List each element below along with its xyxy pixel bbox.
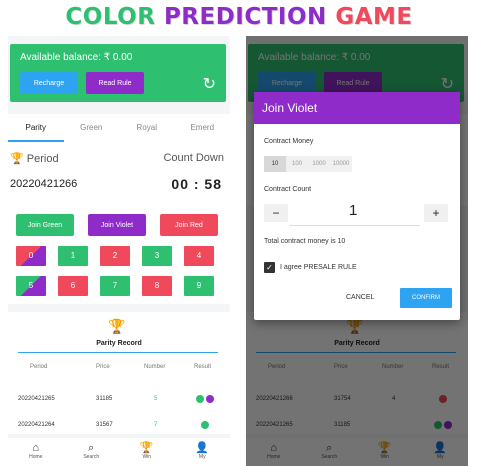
nav-my[interactable]: 👤My xyxy=(175,438,231,466)
join-red-button[interactable]: Join Red xyxy=(160,214,218,236)
number-4-button[interactable]: 4 xyxy=(184,246,214,266)
amount-100-button[interactable]: 100 xyxy=(286,156,308,172)
trophy-icon: 🏆 xyxy=(139,442,154,454)
nav-home-label: Home xyxy=(29,454,43,460)
record-section: 🏆 Parity Record xyxy=(8,312,230,354)
banner-word-prediction: PREDICTION xyxy=(163,4,327,30)
row1-result-green-dot xyxy=(196,395,204,403)
banner-title: COLOR PREDICTION GAME xyxy=(0,0,478,34)
tab-parity[interactable]: Parity xyxy=(8,114,64,142)
col-price: Price xyxy=(96,364,110,370)
amount-1000-button[interactable]: 1000 xyxy=(308,156,330,172)
number-2-button[interactable]: 2 xyxy=(100,246,130,266)
record-table: Period Price Number Result 20220421265 3… xyxy=(8,354,230,434)
balance-card: Available balance: ₹ 0.00 Recharge Read … xyxy=(10,44,226,102)
balance-text: Available balance: ₹ 0.00 xyxy=(20,52,133,63)
number-1-button[interactable]: 1 xyxy=(58,246,88,266)
banner-word-color: COLOR xyxy=(65,4,156,30)
nav-home[interactable]: ⌂Home xyxy=(8,438,64,466)
row1-result-violet-dot xyxy=(206,395,214,403)
tab-emerd[interactable]: Emerd xyxy=(175,114,231,142)
refresh-icon[interactable]: ↻ xyxy=(203,74,216,94)
period-label-text: Period xyxy=(26,153,59,165)
record-divider xyxy=(18,352,218,353)
number-5-button[interactable]: 5 xyxy=(16,276,46,296)
user-icon: 👤 xyxy=(195,442,210,454)
amount-10-button[interactable]: 10 xyxy=(264,156,286,172)
number-6-button[interactable]: 6 xyxy=(58,276,88,296)
nav-win[interactable]: 🏆Win xyxy=(119,438,175,466)
home-icon: ⌂ xyxy=(32,442,40,454)
number-7-button[interactable]: 7 xyxy=(100,276,130,296)
contract-count-label: Contract Count xyxy=(264,186,312,193)
join-green-button[interactable]: Join Green xyxy=(16,214,74,236)
agree-checkbox[interactable]: ✓ xyxy=(264,262,275,273)
col-period: Period xyxy=(30,364,48,370)
recharge-button[interactable]: Recharge xyxy=(20,72,78,94)
record-title: Parity Record xyxy=(96,340,142,347)
row1-period: 20220421265 xyxy=(18,396,55,402)
join-buttons-row: Join Green Join Violet Join Red xyxy=(8,206,230,246)
dialog-title: Join Violet xyxy=(254,92,460,124)
join-violet-button[interactable]: Join Violet xyxy=(88,214,146,236)
tab-royal[interactable]: Royal xyxy=(119,114,175,142)
trophy-icon: 🏆 xyxy=(108,318,126,334)
row2-result-green-dot xyxy=(201,421,209,429)
confirm-button[interactable]: CONFIRM xyxy=(400,288,452,308)
col-result: Result xyxy=(194,364,212,370)
right-phone-screen: Available balance: ₹ 0.00 Recharge Read … xyxy=(246,36,468,466)
cancel-button[interactable]: CANCEL xyxy=(346,294,374,301)
period-label: 🏆 Period xyxy=(10,152,59,165)
countdown-label: Count Down xyxy=(163,152,224,164)
col-number: Number xyxy=(144,364,166,370)
game-tabs: Parity Green Royal Emerd xyxy=(8,114,230,142)
number-9-button[interactable]: 9 xyxy=(184,276,214,296)
number-8-button[interactable]: 8 xyxy=(142,276,172,296)
row2-number: 7 xyxy=(154,422,158,428)
nav-win-label: Win xyxy=(142,454,152,460)
total-money-text: Total contract money is 10 xyxy=(264,238,346,245)
row1-price: 31185 xyxy=(96,396,113,402)
number-0-button[interactable]: 0 xyxy=(16,246,46,266)
contract-money-label: Contract Money xyxy=(264,138,314,145)
trophy-icon: 🏆 xyxy=(10,153,24,165)
period-number: 20220421266 xyxy=(10,178,78,190)
banner-word-game: GAME xyxy=(335,4,413,30)
number-3-button[interactable]: 3 xyxy=(142,246,172,266)
bottom-nav: ⌂Home ⌕Search 🏆Win 👤My xyxy=(8,438,230,466)
left-phone-screen: Available balance: ₹ 0.00 Recharge Read … xyxy=(8,36,230,466)
decrement-button[interactable]: − xyxy=(264,204,288,222)
row1-number: 5 xyxy=(154,396,158,402)
tab-green[interactable]: Green xyxy=(64,114,120,142)
join-violet-dialog: Join Violet Contract Money 10 100 1000 1… xyxy=(254,92,460,320)
row2-period: 20220421264 xyxy=(18,422,55,428)
amount-10000-button[interactable]: 10000 xyxy=(330,156,352,172)
read-rule-button[interactable]: Read Rule xyxy=(86,72,144,94)
number-grid: 0 1 2 3 4 5 6 7 8 9 xyxy=(8,244,230,304)
agree-rule-text[interactable]: I agree PRESALE RULE xyxy=(280,264,357,271)
nav-my-label: My xyxy=(198,454,206,460)
nav-search[interactable]: ⌕Search xyxy=(64,438,120,466)
row2-price: 31567 xyxy=(96,422,113,428)
increment-button[interactable]: + xyxy=(424,204,448,222)
countdown-timer: 00 : 58 xyxy=(171,176,222,192)
contract-count-value[interactable]: 1 xyxy=(349,202,357,219)
period-section: 🏆 Period Count Down 20220421266 00 : 58 xyxy=(8,142,230,206)
nav-search-label: Search xyxy=(83,454,100,460)
search-icon: ⌕ xyxy=(88,442,95,454)
count-underline xyxy=(290,225,420,226)
